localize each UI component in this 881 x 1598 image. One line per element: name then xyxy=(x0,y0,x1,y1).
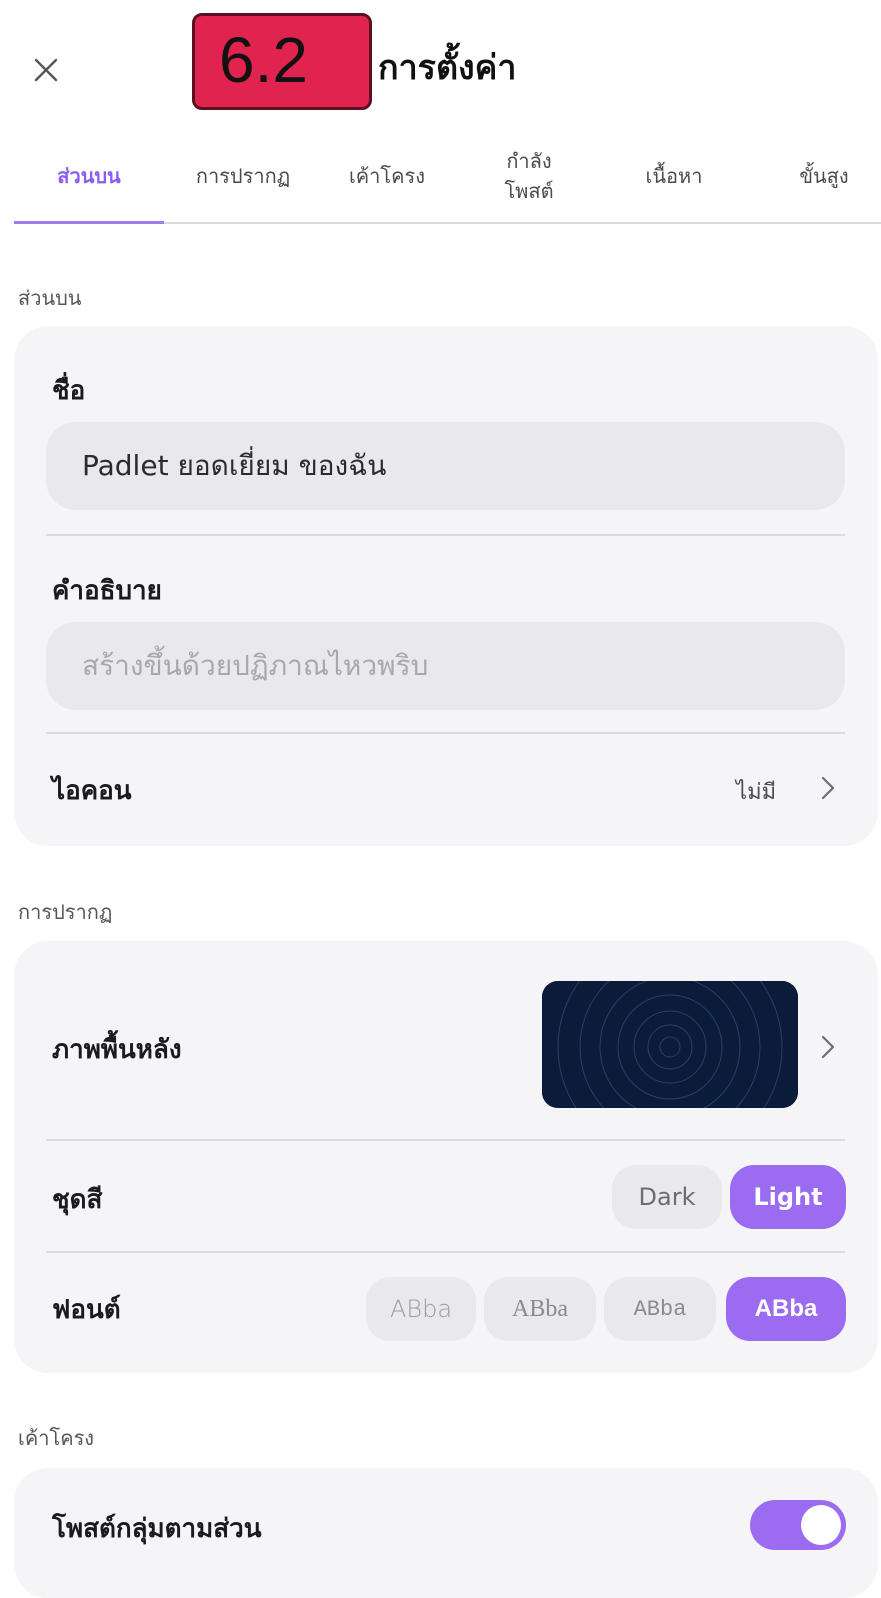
tab-label: การปรากฏ xyxy=(195,164,291,188)
layout-settings-card: โพสต์กลุ่มตามส่วน xyxy=(14,1468,878,1598)
header-settings-card: ชื่อ Padlet ยอดเยี่ยม ของฉัน คำอธิบาย สร… xyxy=(14,326,878,846)
settings-tabs: ส่วนบน การปรากฏ เค้าโครง กำลัง โพสต์ เนื… xyxy=(14,130,881,224)
step-annotation-badge: 6.2 xyxy=(192,13,372,110)
tab-label: เนื้อหา xyxy=(645,164,703,188)
wallpaper-row-label: ภาพพื้นหลัง xyxy=(52,1035,182,1065)
description-field-label: คำอธิบาย xyxy=(52,576,162,606)
toggle-knob xyxy=(801,1505,841,1545)
tab-layout[interactable]: เค้าโครง xyxy=(322,130,452,222)
icon-row-value[interactable]: ไม่มี xyxy=(736,774,776,809)
tab-advanced[interactable]: ขั้นสูง xyxy=(774,130,874,222)
tab-content[interactable]: เนื้อหา xyxy=(614,130,734,222)
tab-header[interactable]: ส่วนบน xyxy=(14,130,164,222)
icon-row-label: ไอคอน xyxy=(52,776,132,806)
wallpaper-swirl-image xyxy=(542,981,798,1108)
color-scheme-label: ชุดสี xyxy=(52,1185,103,1215)
close-button[interactable] xyxy=(26,50,66,90)
active-tab-indicator xyxy=(14,221,164,224)
page-title: การตั้งค่า xyxy=(378,48,517,88)
appearance-settings-card: ภาพพื้นหลัง ชุดสี Dark Light ฟอนต์ ABba … xyxy=(14,941,878,1373)
title-field-label: ชื่อ xyxy=(52,376,86,406)
wallpaper-thumbnail[interactable] xyxy=(542,981,798,1108)
tab-label: ขั้นสูง xyxy=(799,164,849,188)
section-label-layout: เค้าโครง xyxy=(18,1426,95,1450)
description-input[interactable]: สร้างขึ้นด้วยปฏิภาณไหวพริบ xyxy=(46,622,845,710)
color-scheme-dark-button[interactable]: Dark xyxy=(612,1165,722,1229)
divider xyxy=(46,534,845,536)
color-scheme-light-button[interactable]: Light xyxy=(730,1165,846,1229)
font-row-label: ฟอนต์ xyxy=(52,1295,121,1325)
group-by-section-toggle[interactable] xyxy=(750,1500,846,1550)
divider xyxy=(46,1251,845,1253)
group-by-section-label: โพสต์กลุ่มตามส่วน xyxy=(52,1514,262,1544)
close-icon xyxy=(34,58,58,82)
font-option-serif-button[interactable]: ABba xyxy=(484,1277,596,1341)
tab-label: เค้าโครง xyxy=(348,164,426,188)
tab-label: ส่วนบน xyxy=(57,164,121,188)
section-label-appearance: การปรากฏ xyxy=(18,900,113,924)
tab-label: กำลัง โพสต์ xyxy=(504,149,554,203)
tab-posting[interactable]: กำลัง โพสต์ xyxy=(474,130,584,222)
tab-appearance[interactable]: การปรากฏ xyxy=(168,130,318,222)
font-option-sans-button[interactable]: ABba xyxy=(366,1277,476,1341)
divider xyxy=(46,732,845,734)
divider xyxy=(46,1139,845,1141)
chevron-right-icon[interactable] xyxy=(814,774,842,802)
section-label-header: ส่วนบน xyxy=(18,286,82,310)
font-option-mono-button[interactable]: ABba xyxy=(604,1277,716,1341)
font-option-bold-button[interactable]: ABba xyxy=(726,1277,846,1341)
chevron-right-icon[interactable] xyxy=(814,1033,842,1061)
title-input[interactable]: Padlet ยอดเยี่ยม ของฉัน xyxy=(46,422,845,510)
